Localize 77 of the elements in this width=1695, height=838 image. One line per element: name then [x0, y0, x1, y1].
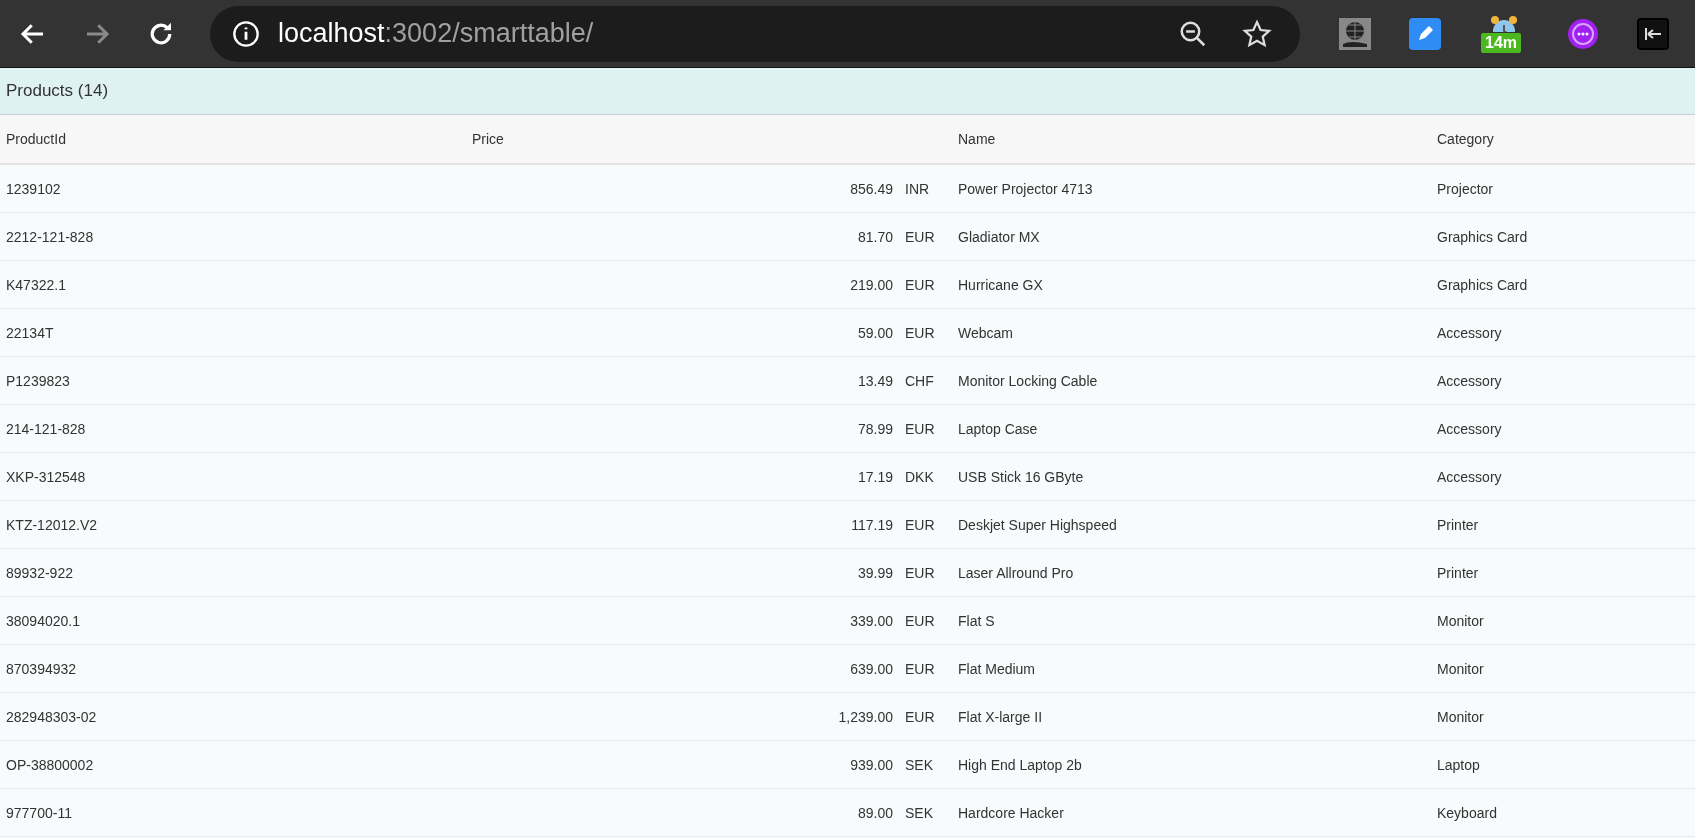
table-cell-text: 977700-11 — [5, 804, 73, 821]
price-amount: 939.00 — [850, 756, 893, 773]
table-cell-text: Flat Medium — [957, 660, 1037, 677]
table-cell-text: Accessory — [1436, 468, 1503, 485]
table-cell-text: Graphics Card — [1436, 276, 1529, 293]
currency-code: EUR — [905, 324, 936, 341]
table-cell-text: 38094020.1 — [5, 612, 81, 629]
table-cell-text: Flat X-large II — [957, 708, 1044, 725]
currency-code: CHF — [905, 372, 935, 389]
price-amount: 17.19 — [857, 468, 893, 485]
price-amount: 856.49 — [850, 180, 893, 197]
currency-code: SEK — [905, 804, 934, 821]
table-cell-text: Flat S — [957, 612, 996, 629]
table-title: Products (14) — [6, 81, 109, 101]
column-header[interactable]: ProductId — [0, 131, 472, 147]
table-cell-text: USB Stick 16 GByte — [957, 468, 1085, 485]
column-header[interactable]: Category — [1431, 131, 1695, 147]
address-bar[interactable]: localhost:3002/smarttable/ — [210, 5, 1300, 62]
table-cell-text: Monitor — [1436, 708, 1485, 725]
table-cell-text: Hardcore Hacker — [957, 804, 1065, 821]
currency-code: INR — [905, 180, 931, 197]
table-cell-text: High End Laptop 2b — [957, 756, 1083, 773]
table-cell-text: Hurricane GX — [957, 276, 1044, 293]
table-cell-text: 1239102 — [5, 180, 62, 197]
table-cell-text: Gladiator MX — [957, 228, 1041, 245]
currency-code: SEK — [905, 756, 934, 773]
column-header[interactable]: Name — [952, 131, 1431, 147]
price-amount: 59.00 — [857, 324, 893, 341]
table-cell-text: Printer — [1436, 564, 1480, 581]
table-cell-text: Laser Allround Pro — [957, 564, 1075, 581]
table-cell-text: OP-38800002 — [5, 756, 95, 773]
table-cell-text: Webcam — [957, 324, 1014, 341]
table-cell-text: P1239823 — [5, 372, 71, 389]
currency-code: DKK — [905, 468, 935, 485]
currency-code: EUR — [905, 708, 936, 725]
table-cell-text: Power Projector 4713 — [957, 180, 1094, 197]
price-amount: 89.00 — [857, 804, 893, 821]
table-cell-text: Accessory — [1436, 420, 1503, 437]
table-cell-text: KTZ-12012.V2 — [5, 516, 99, 533]
table-cell-text: 89932-922 — [5, 564, 74, 581]
table-cell-text: Keyboard — [1436, 804, 1498, 821]
table-cell-text: XKP-312548 — [5, 468, 87, 485]
table-cell-text: Accessory — [1436, 324, 1503, 341]
price-amount: 81.70 — [857, 228, 893, 245]
table-cell-text: 22134T — [5, 324, 55, 341]
table-cell-text: Laptop — [1436, 756, 1481, 773]
price-amount: 219.00 — [850, 276, 893, 293]
currency-code: EUR — [905, 276, 936, 293]
table-cell-text: 870394932 — [5, 660, 78, 677]
price-amount: 13.49 — [857, 372, 893, 389]
table-cell-text: Monitor Locking Cable — [957, 372, 1099, 389]
table-cell-text: Monitor — [1436, 660, 1485, 677]
currency-code: EUR — [905, 660, 936, 677]
table-cell-text: Monitor — [1436, 612, 1485, 629]
timer-badge: 14m — [1481, 32, 1522, 53]
price-amount: 39.99 — [857, 564, 893, 581]
table-cell-text: Accessory — [1436, 372, 1503, 389]
price-amount: 117.19 — [851, 516, 893, 533]
column-header[interactable]: Price — [472, 131, 952, 147]
currency-code: EUR — [905, 516, 936, 533]
table-cell-text: Projector — [1436, 180, 1495, 197]
table-cell-text: 282948303-02 — [5, 708, 98, 725]
price-amount: 639.00 — [850, 660, 893, 677]
table-cell-text: Printer — [1436, 516, 1480, 533]
price-amount: 1,239.00 — [838, 708, 893, 725]
price-amount: 78.99 — [857, 420, 893, 437]
table-cell-text: 2212-121-828 — [5, 228, 95, 245]
currency-code: EUR — [905, 564, 936, 581]
currency-code: EUR — [905, 420, 936, 437]
table-cell-text: K47322.1 — [5, 276, 67, 293]
table-cell-text: Deskjet Super Highspeed — [957, 516, 1118, 533]
table-cell-text: 214-121-828 — [5, 420, 87, 437]
price-amount: 339.00 — [850, 612, 893, 629]
currency-code: EUR — [905, 612, 936, 629]
table-cell-text: Laptop Case — [957, 420, 1039, 437]
table-cell-text: Graphics Card — [1436, 228, 1529, 245]
currency-code: EUR — [905, 228, 936, 245]
